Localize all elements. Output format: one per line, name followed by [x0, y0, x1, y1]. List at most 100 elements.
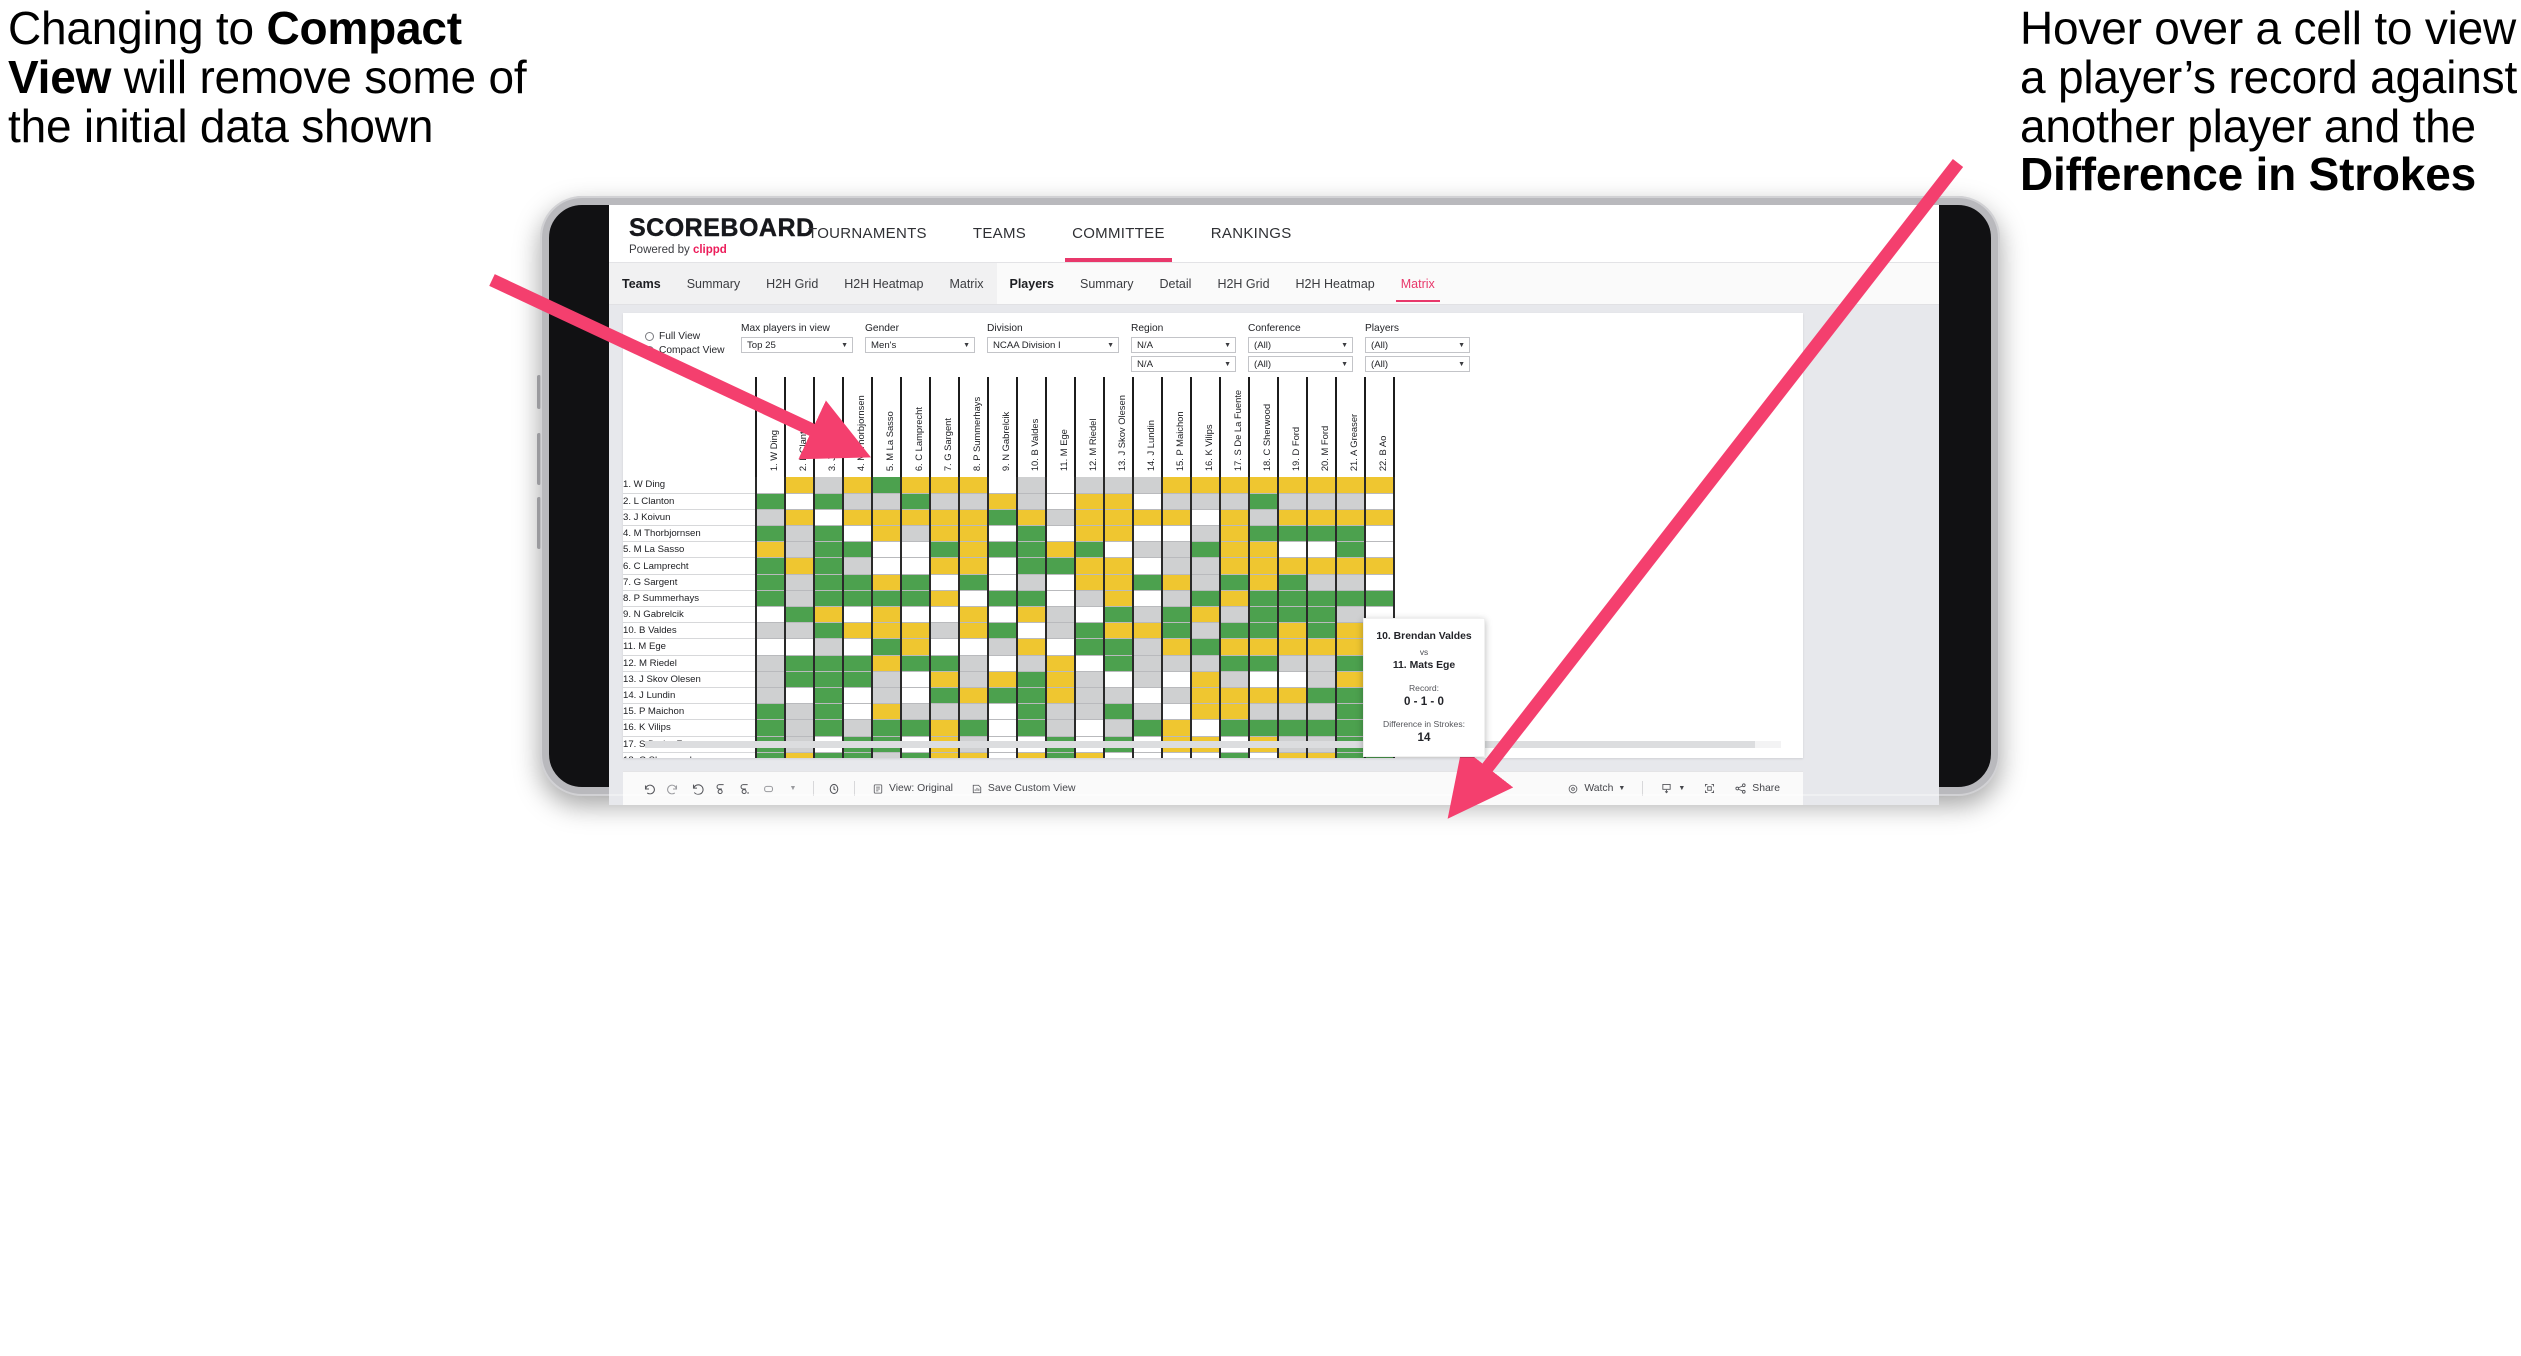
matrix-cell[interactable]	[987, 752, 1018, 758]
matrix-col-header[interactable]: 8. P Summerhays	[958, 377, 989, 477]
matrix-cell[interactable]	[1248, 622, 1279, 640]
matrix-cell[interactable]	[871, 525, 902, 543]
matrix-cell[interactable]	[1074, 703, 1105, 721]
watch-button[interactable]: Watch ▼	[1558, 783, 1634, 795]
matrix-cell[interactable]	[900, 541, 931, 559]
matrix-col-header[interactable]: 12. M Riedel	[1074, 377, 1105, 477]
matrix-cell[interactable]	[1335, 477, 1366, 494]
matrix-cell[interactable]	[1219, 525, 1250, 543]
matrix-cell[interactable]	[1132, 509, 1163, 527]
matrix-cell[interactable]	[900, 622, 931, 640]
matrix-cell[interactable]	[1045, 590, 1076, 608]
matrix-cell[interactable]	[1074, 638, 1105, 656]
matrix-cell[interactable]	[842, 493, 873, 510]
matrix-cell[interactable]	[1306, 703, 1337, 721]
matrix-cell[interactable]	[784, 687, 815, 705]
matrix-cell[interactable]	[1219, 638, 1250, 656]
matrix-cell[interactable]	[1103, 509, 1134, 527]
matrix-cell[interactable]	[1248, 687, 1279, 705]
matrix-cell[interactable]	[1132, 638, 1163, 656]
matrix-cell[interactable]	[813, 541, 844, 559]
matrix-cell[interactable]	[1248, 655, 1279, 672]
matrix-cell[interactable]	[1103, 703, 1134, 721]
matrix-cell[interactable]	[871, 752, 902, 758]
matrix-cell[interactable]	[1219, 606, 1250, 624]
filter-players-select-1[interactable]: (All) ▼	[1365, 337, 1470, 353]
matrix-cell[interactable]	[871, 671, 902, 688]
matrix-cell[interactable]	[1103, 655, 1134, 672]
matrix-cell[interactable]	[987, 622, 1018, 640]
matrix-cell[interactable]	[1132, 671, 1163, 688]
matrix-cell[interactable]	[1161, 622, 1192, 640]
subnav-teams-h2h-grid[interactable]: H2H Grid	[753, 263, 831, 304]
matrix-cell[interactable]	[900, 638, 931, 656]
matrix-cell[interactable]	[1016, 574, 1047, 591]
matrix-cell[interactable]	[871, 606, 902, 624]
matrix-cell[interactable]	[813, 574, 844, 591]
matrix-cell[interactable]	[987, 606, 1018, 624]
matrix-cell[interactable]	[1277, 525, 1308, 543]
matrix-cell[interactable]	[1103, 493, 1134, 510]
matrix-cell[interactable]	[1045, 541, 1076, 559]
matrix-cell[interactable]	[813, 687, 844, 705]
matrix-cell[interactable]	[1219, 557, 1250, 575]
matrix-cell[interactable]	[1277, 655, 1308, 672]
matrix-cell[interactable]	[1190, 655, 1221, 672]
matrix-cell[interactable]	[1277, 638, 1308, 656]
matrix-cell[interactable]	[958, 622, 989, 640]
matrix-col-header[interactable]: 4. M Thorbjornsen	[842, 377, 873, 477]
matrix-cell[interactable]	[1306, 687, 1337, 705]
matrix-cell[interactable]	[987, 477, 1018, 494]
matrix-cell[interactable]	[1161, 493, 1192, 510]
matrix-cell[interactable]	[1161, 557, 1192, 575]
matrix-cell[interactable]	[842, 606, 873, 624]
horizontal-scrollbar[interactable]	[645, 741, 1781, 748]
matrix-cell[interactable]	[755, 719, 786, 737]
matrix-cell[interactable]	[1219, 671, 1250, 688]
matrix-cell[interactable]	[1190, 719, 1221, 737]
matrix-cell[interactable]	[929, 752, 960, 758]
matrix-cell[interactable]	[871, 719, 902, 737]
matrix-cell[interactable]	[784, 493, 815, 510]
matrix-cell[interactable]	[813, 638, 844, 656]
matrix-cell[interactable]	[755, 655, 786, 672]
revert-icon[interactable]	[685, 782, 709, 796]
matrix-col-header[interactable]: 1. W Ding	[755, 377, 786, 477]
matrix-cell[interactable]	[842, 655, 873, 672]
matrix-cell[interactable]	[1219, 541, 1250, 559]
matrix-cell[interactable]	[929, 574, 960, 591]
matrix-cell[interactable]	[1016, 557, 1047, 575]
matrix-cell[interactable]	[1103, 687, 1134, 705]
matrix-cell[interactable]	[958, 477, 989, 494]
matrix-cell[interactable]	[1016, 719, 1047, 737]
matrix-cell[interactable]	[1103, 525, 1134, 543]
matrix-cell[interactable]	[1306, 525, 1337, 543]
matrix-cell[interactable]	[1161, 671, 1192, 688]
matrix-cell[interactable]	[1103, 477, 1134, 494]
matrix-cell[interactable]	[755, 703, 786, 721]
matrix-cell[interactable]	[755, 493, 786, 510]
matrix-row-label[interactable]: 16. K Vilips	[623, 719, 756, 737]
matrix-cell[interactable]	[1335, 493, 1366, 510]
matrix-cell[interactable]	[784, 703, 815, 721]
matrix-cell[interactable]	[784, 655, 815, 672]
matrix-cell[interactable]	[1103, 574, 1134, 591]
matrix-cell[interactable]	[1074, 671, 1105, 688]
matrix-cell[interactable]	[842, 622, 873, 640]
matrix-cell[interactable]	[987, 719, 1018, 737]
matrix-cell[interactable]	[900, 509, 931, 527]
radio-full-view[interactable]: Full View	[645, 331, 741, 342]
matrix-cell[interactable]	[1306, 655, 1337, 672]
matrix-cell[interactable]	[1335, 638, 1366, 656]
matrix-cell[interactable]	[958, 590, 989, 608]
matrix-cell[interactable]	[958, 525, 989, 543]
matrix-col-header[interactable]: 15. P Maichon	[1161, 377, 1192, 477]
matrix-cell[interactable]	[784, 477, 815, 494]
matrix-cell[interactable]	[1161, 719, 1192, 737]
nav-tournaments[interactable]: TOURNAMENTS	[785, 205, 950, 262]
matrix-cell[interactable]	[958, 719, 989, 737]
matrix-cell[interactable]	[900, 557, 931, 575]
matrix-row-label[interactable]: 6. C Lamprecht	[623, 557, 756, 575]
horizontal-scrollbar-thumb[interactable]	[645, 741, 1755, 748]
nav-committee[interactable]: COMMITTEE	[1049, 205, 1188, 262]
